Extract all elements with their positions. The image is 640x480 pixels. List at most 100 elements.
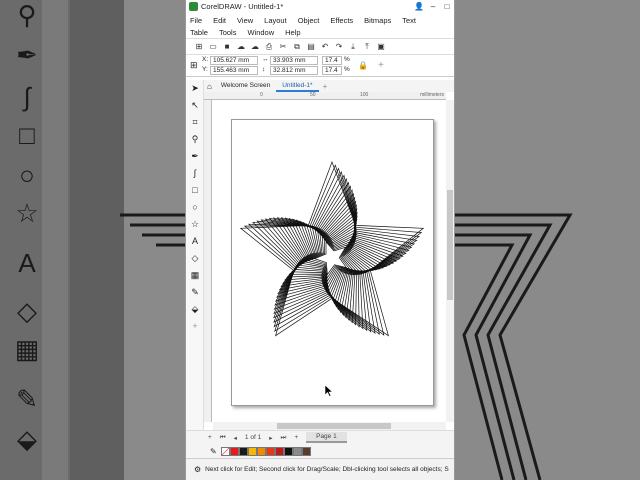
menu-tools[interactable]: Tools [219,27,237,39]
x-position-field[interactable]: 105.627 mm [210,56,258,65]
crop-tool-icon[interactable]: ⌗ [186,114,204,131]
ellipse-tool-icon[interactable]: ○ [186,199,204,216]
eyedropper-icon[interactable]: ✎ [210,447,217,456]
text-tool-icon[interactable]: A [186,233,204,250]
zoom-tool-icon[interactable]: ⚲ [186,131,204,148]
text-icon: A [18,248,36,278]
vertical-ruler [204,100,212,422]
color-palette: ✎ [186,444,454,458]
menu-bitmaps[interactable]: Bitmaps [364,15,391,27]
color-swatch[interactable] [265,446,275,456]
rectangle-tool-icon[interactable]: □ [186,182,204,199]
prev-page-icon[interactable]: ◂ [234,434,237,442]
settings-icon[interactable]: ⚙ [194,465,201,474]
tab-welcome-screen[interactable]: Welcome Screen [215,80,276,92]
menu-object[interactable]: Object [298,15,320,27]
percent-label: % [344,56,350,63]
menu-edit[interactable]: Edit [213,15,226,27]
print-icon[interactable]: ⎙ [262,42,276,52]
next-page-icon[interactable]: ▸ [269,434,272,442]
add-page-icon[interactable]: + [208,434,212,441]
horizontal-scrollbar[interactable] [213,422,446,430]
copy-icon[interactable]: ⧉ [290,42,304,52]
menu-help[interactable]: Help [285,27,300,39]
transparency-tool-icon[interactable]: ▦ [186,267,204,284]
pen-tool-icon[interactable]: ✒ [186,148,204,165]
undo-icon[interactable]: ↶ [318,42,332,51]
color-swatch[interactable] [229,446,239,456]
menu-view[interactable]: View [237,15,253,27]
ruler-tick-label: 0 [260,92,263,98]
color-swatch[interactable] [256,446,266,456]
document-page[interactable] [231,119,434,406]
star-icon: ☆ [15,198,39,228]
shape-tool-icon[interactable]: ↖ [186,97,204,114]
ruler-tick-label: 50 [310,92,316,98]
ruler-unit-label: millimeters [420,92,444,98]
width-field[interactable]: 33.903 mm [270,56,318,65]
first-page-icon[interactable]: ⏮ [220,434,226,442]
minimize-button[interactable]: – [426,2,440,11]
add-page-end-icon[interactable]: + [294,434,298,441]
maximize-button[interactable]: □ [440,2,454,11]
horizontal-scroll-thumb[interactable] [277,423,391,429]
menu-file[interactable]: File [190,15,202,27]
export-icon[interactable]: ⤒ [360,42,374,52]
object-origin-icon[interactable]: ⊞ [190,60,202,71]
fill-icon: ◇ [17,296,37,326]
color-swatch[interactable] [274,446,284,456]
drawing-canvas[interactable] [213,100,446,422]
home-icon[interactable]: ⌂ [204,82,215,91]
toolbox: ➤ ↖ ⌗ ⚲ ✒ ∫ □ ○ ☆ A ◇ ▦ ✎ ⬙ + [186,80,204,430]
page-tab[interactable]: Page 1 [306,432,347,443]
cloud-upload-icon[interactable]: ☁ [234,42,248,51]
lock-ratio-icon[interactable]: 🔒 [358,61,368,70]
add-icon[interactable]: + [378,60,384,71]
paste-icon[interactable]: ▤ [304,42,318,51]
new-document-icon[interactable]: ⊞ [192,42,206,51]
eyedropper-tool-icon[interactable]: ✎ [186,284,204,301]
tab-untitled-1[interactable]: Untitled-1* [276,80,319,92]
cloud-download-icon[interactable]: ☁ [248,42,262,51]
color-swatch[interactable] [283,446,293,456]
pick-tool-icon[interactable]: ➤ [186,80,204,97]
new-tab-icon[interactable]: + [319,82,332,91]
add-tool-icon[interactable]: + [186,318,204,335]
scale-width-field[interactable]: 17.4 [322,56,342,65]
menu-effects[interactable]: Effects [330,15,353,27]
last-page-icon[interactable]: ⏭ [280,434,286,442]
page-count: 1 of 1 [244,434,262,441]
ellipse-icon: ○ [19,160,35,190]
menu-text[interactable]: Text [402,15,416,27]
property-bar: ⊞ X: 105.627 mm Y: 155.463 mm ↔ 33.903 m… [186,55,454,77]
redo-icon[interactable]: ↷ [332,42,346,51]
interactive-fill-icon[interactable]: ◇ [186,250,204,267]
background-ruler [42,0,68,480]
export-pdf-icon[interactable]: ▣ [374,42,388,51]
y-position-field[interactable]: 155.463 mm [210,66,258,75]
color-swatch[interactable] [301,446,311,456]
width-icon: ↔ [262,56,269,63]
vertical-scrollbar[interactable] [446,100,454,422]
account-icon[interactable]: 👤 [412,2,426,11]
freehand-icon: ∫ [23,82,31,112]
save-icon[interactable]: ■ [220,42,234,51]
open-folder-icon[interactable]: ▭ [206,42,220,51]
color-swatch[interactable] [238,446,248,456]
no-color-swatch[interactable] [220,446,230,456]
color-swatch[interactable] [292,446,302,456]
checker-icon: ▦ [14,334,40,364]
freehand-tool-icon[interactable]: ∫ [186,165,204,182]
height-field[interactable]: 32.812 mm [270,66,318,75]
polygon-tool-icon[interactable]: ☆ [186,216,204,233]
fill-tool-icon[interactable]: ⬙ [186,301,204,318]
cut-icon[interactable]: ✂ [276,42,290,51]
spiral-star-artwork[interactable] [232,120,435,407]
menu-table[interactable]: Table [190,27,208,39]
menu-window[interactable]: Window [247,27,274,39]
scale-height-field[interactable]: 17.4 [322,66,342,75]
vertical-scroll-thumb[interactable] [447,190,453,300]
import-icon[interactable]: ⤓ [346,42,360,52]
color-swatch[interactable] [247,446,257,456]
menu-layout[interactable]: Layout [264,15,287,27]
